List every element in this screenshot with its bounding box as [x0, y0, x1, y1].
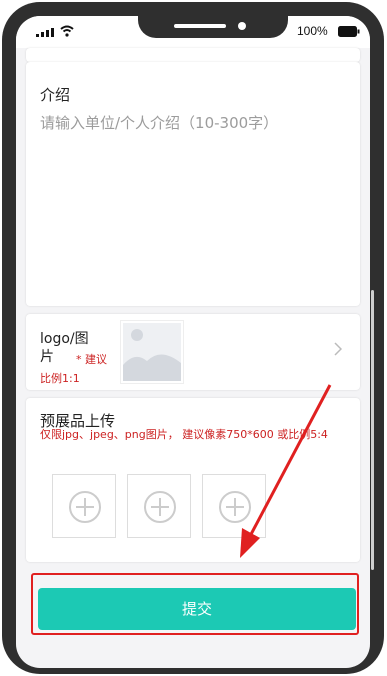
- add-image-button[interactable]: [202, 474, 266, 538]
- plus-circle-icon: [144, 491, 176, 523]
- scrollbar[interactable]: [371, 290, 374, 570]
- exhibit-upload-card: 预展品上传 仅限jpg、jpeg、png图片， 建议像素750*600 或比例5…: [26, 398, 360, 562]
- wifi-icon: [60, 25, 74, 37]
- logo-upload-row[interactable]: logo/图片 * 建议 比例1:1: [26, 314, 360, 390]
- annotation-highlight-box: [31, 573, 359, 635]
- camera-icon: [238, 22, 246, 30]
- intro-label: 介绍: [40, 86, 71, 104]
- plus-circle-icon: [219, 491, 251, 523]
- intro-field[interactable]: 介绍 请输入单位/个人介绍（10-300字）: [26, 62, 360, 306]
- battery-icon: [338, 26, 360, 37]
- signal-icon: [36, 28, 54, 37]
- speaker-icon: [174, 24, 226, 28]
- image-placeholder-icon: [123, 323, 181, 381]
- add-image-button[interactable]: [127, 474, 191, 538]
- upload-hint: 仅限jpg、jpeg、png图片， 建议像素750*600 或比例5:4: [40, 428, 328, 441]
- battery-percent: 100%: [297, 24, 328, 38]
- app-screen: 100% 介绍 请输入单位/个人介绍（10-300字） logo/图片 * 建议…: [16, 16, 370, 668]
- camera-notch: [138, 16, 288, 38]
- logo-image-placeholder[interactable]: [120, 320, 184, 384]
- logo-required-hint: * 建议: [76, 353, 107, 366]
- chevron-right-icon[interactable]: [334, 342, 342, 356]
- previous-field-card: [26, 48, 360, 62]
- plus-circle-icon: [69, 491, 101, 523]
- add-image-button[interactable]: [52, 474, 116, 538]
- logo-ratio-hint: 比例1:1: [40, 372, 80, 385]
- intro-textarea-placeholder[interactable]: 请输入单位/个人介绍（10-300字）: [40, 112, 278, 133]
